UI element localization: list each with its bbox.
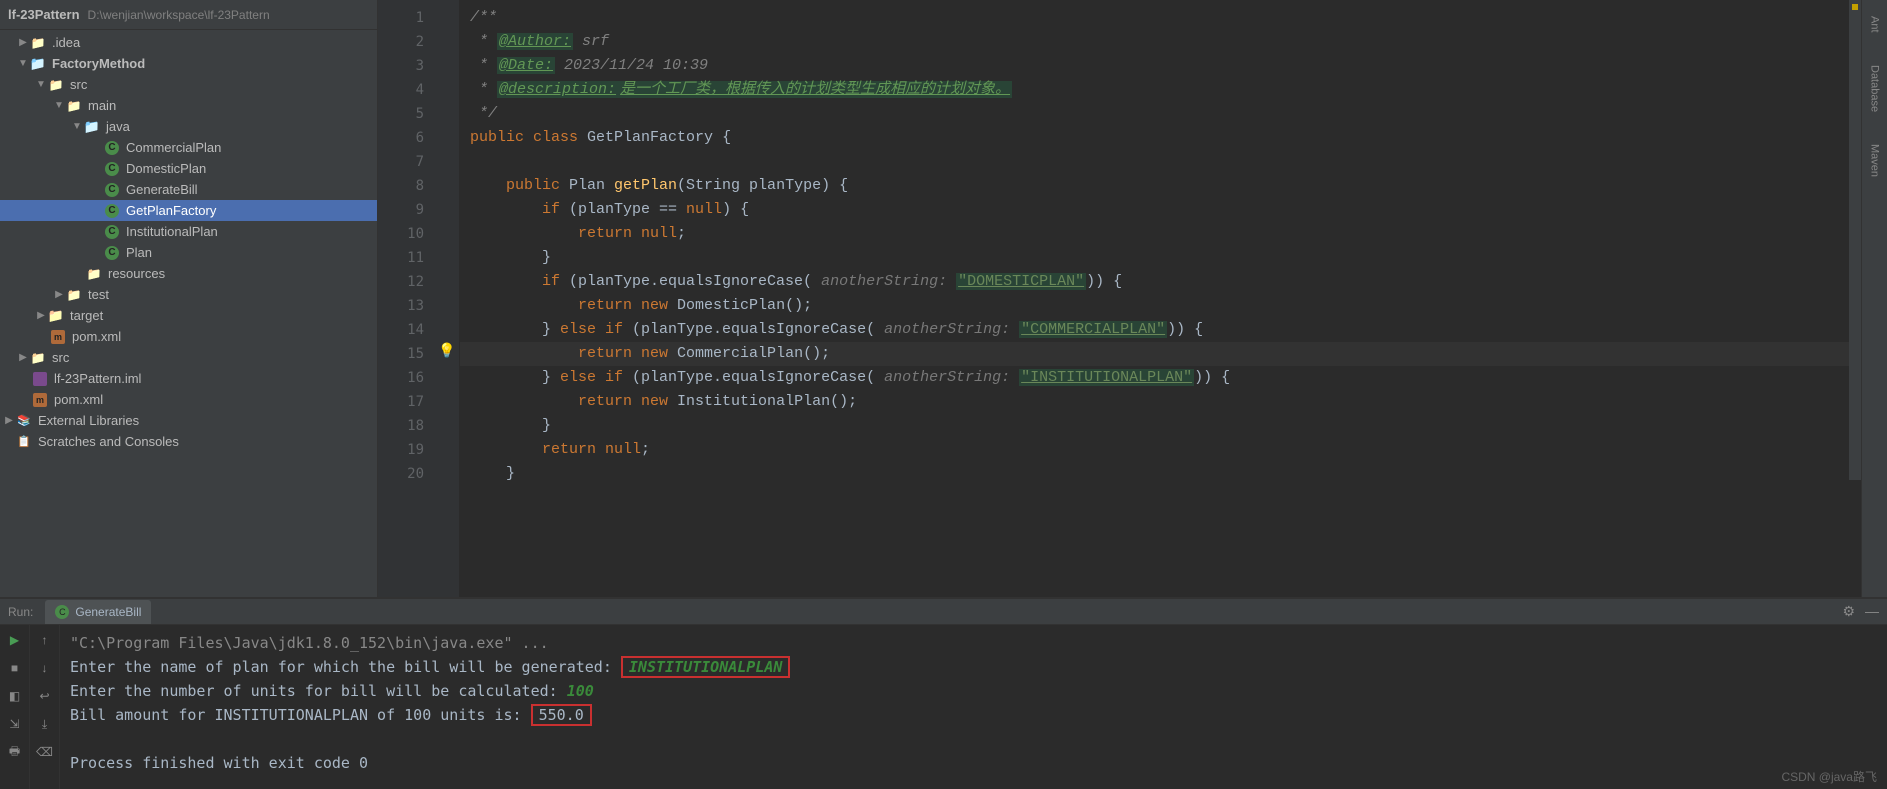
chevron-down-icon[interactable]: ▼ <box>16 57 30 71</box>
class-icon <box>105 162 119 176</box>
folder-icon <box>30 35 46 51</box>
gear-icon[interactable]: ⚙ <box>1842 603 1855 620</box>
project-header: lf-23Pattern D:\wenjian\workspace\lf-23P… <box>0 0 377 30</box>
warning-mark-icon[interactable] <box>1852 4 1858 10</box>
up-icon[interactable]: ↑ <box>36 631 54 649</box>
source-folder-icon <box>84 119 100 135</box>
tree-ext-lib[interactable]: ▶External Libraries <box>0 410 377 431</box>
run-header: Run: GenerateBill ⚙ — <box>0 599 1887 625</box>
tree-file-plan[interactable]: Plan <box>0 242 377 263</box>
class-icon <box>105 141 119 155</box>
tree-iml[interactable]: lf-23Pattern.iml <box>0 368 377 389</box>
chevron-right-icon[interactable]: ▶ <box>52 288 66 302</box>
project-name: lf-23Pattern <box>8 7 80 22</box>
print-icon[interactable]: 🖶 <box>6 743 24 761</box>
tree-file-getplanfactory[interactable]: GetPlanFactory <box>0 200 377 221</box>
code-area[interactable]: /** * @Author: srf * @Date: 2023/11/24 1… <box>460 0 1861 597</box>
chevron-right-icon[interactable]: ▶ <box>34 309 48 323</box>
library-icon <box>16 413 32 429</box>
chevron-right-icon[interactable]: ▶ <box>16 36 30 50</box>
class-icon <box>105 225 119 239</box>
down-icon[interactable]: ↓ <box>36 659 54 677</box>
line-gutter: 1234567891011121314151617181920 <box>378 0 434 597</box>
clear-icon[interactable]: ⌫ <box>36 743 54 761</box>
chevron-down-icon[interactable]: ▼ <box>34 78 48 92</box>
run-tab[interactable]: GenerateBill <box>45 600 151 624</box>
run-toolbar-primary: ▶ ■ ◧ ⇲ 🖶 <box>0 625 30 789</box>
editor[interactable]: 1234567891011121314151617181920 💡 /** * … <box>378 0 1861 597</box>
run-toolbar-secondary: ↑ ↓ ↩ ⤓ ⌫ <box>30 625 60 789</box>
project-tree[interactable]: ▶.idea ▼FactoryMethod ▼src ▼main ▼java C… <box>0 30 377 597</box>
tree-file-commercial[interactable]: CommercialPlan <box>0 137 377 158</box>
database-tool[interactable]: Database <box>1867 59 1883 118</box>
stop-icon[interactable]: ■ <box>6 659 24 677</box>
folder-icon <box>66 98 82 114</box>
chevron-right-icon[interactable]: ▶ <box>16 351 30 365</box>
tree-file-institutional[interactable]: InstitutionalPlan <box>0 221 377 242</box>
tree-scratch[interactable]: Scratches and Consoles <box>0 431 377 452</box>
tree-java[interactable]: ▼java <box>0 116 377 137</box>
export-icon[interactable]: ⇲ <box>6 715 24 733</box>
run-label: Run: <box>8 605 33 619</box>
tree-resources[interactable]: resources <box>0 263 377 284</box>
folder-icon <box>66 287 82 303</box>
tree-pom-outer[interactable]: pom.xml <box>0 389 377 410</box>
tree-test[interactable]: ▶test <box>0 284 377 305</box>
tree-pom[interactable]: pom.xml <box>0 326 377 347</box>
class-icon <box>105 246 119 260</box>
folder-icon <box>48 77 64 93</box>
layout-icon[interactable]: ◧ <box>6 687 24 705</box>
tree-main[interactable]: ▼main <box>0 95 377 116</box>
iml-icon <box>33 372 47 386</box>
minimize-icon[interactable]: — <box>1865 603 1879 620</box>
target-folder-icon <box>48 308 64 324</box>
intention-bulb-icon[interactable]: 💡 <box>438 342 455 359</box>
gutter-icons: 💡 <box>434 0 460 597</box>
chevron-down-icon[interactable]: ▼ <box>52 99 66 113</box>
tree-src-outer[interactable]: ▶src <box>0 347 377 368</box>
tree-idea[interactable]: ▶.idea <box>0 32 377 53</box>
ant-tool[interactable]: Ant <box>1867 10 1883 39</box>
watermark: CSDN @java路飞 <box>1781 768 1877 785</box>
run-panel: Run: GenerateBill ⚙ — ▶ ■ ◧ ⇲ 🖶 ↑ ↓ ↩ ⤓ … <box>0 597 1887 789</box>
resources-folder-icon <box>86 266 102 282</box>
class-run-icon <box>105 183 119 197</box>
tree-src[interactable]: ▼src <box>0 74 377 95</box>
maven-icon <box>51 330 65 344</box>
rerun-icon[interactable]: ▶ <box>6 631 24 649</box>
chevron-down-icon[interactable]: ▼ <box>70 120 84 134</box>
scroll-icon[interactable]: ⤓ <box>36 715 54 733</box>
project-path: D:\wenjian\workspace\lf-23Pattern <box>88 8 270 22</box>
maven-tool[interactable]: Maven <box>1867 138 1883 183</box>
right-toolbar: Ant Database Maven <box>1861 0 1887 597</box>
project-sidebar: lf-23Pattern D:\wenjian\workspace\lf-23P… <box>0 0 378 597</box>
folder-icon <box>30 350 46 366</box>
wrap-icon[interactable]: ↩ <box>36 687 54 705</box>
tree-file-generatebill[interactable]: GenerateBill <box>0 179 377 200</box>
class-icon <box>105 204 119 218</box>
scratch-icon <box>16 434 32 450</box>
maven-icon <box>33 393 47 407</box>
module-icon <box>30 56 46 72</box>
tree-factory-method[interactable]: ▼FactoryMethod <box>0 53 377 74</box>
class-icon <box>55 605 69 619</box>
error-stripe[interactable] <box>1849 0 1861 480</box>
tree-target[interactable]: ▶target <box>0 305 377 326</box>
tree-file-domestic[interactable]: DomesticPlan <box>0 158 377 179</box>
console-output[interactable]: "C:\Program Files\Java\jdk1.8.0_152\bin\… <box>60 625 1887 789</box>
chevron-right-icon[interactable]: ▶ <box>2 414 16 428</box>
